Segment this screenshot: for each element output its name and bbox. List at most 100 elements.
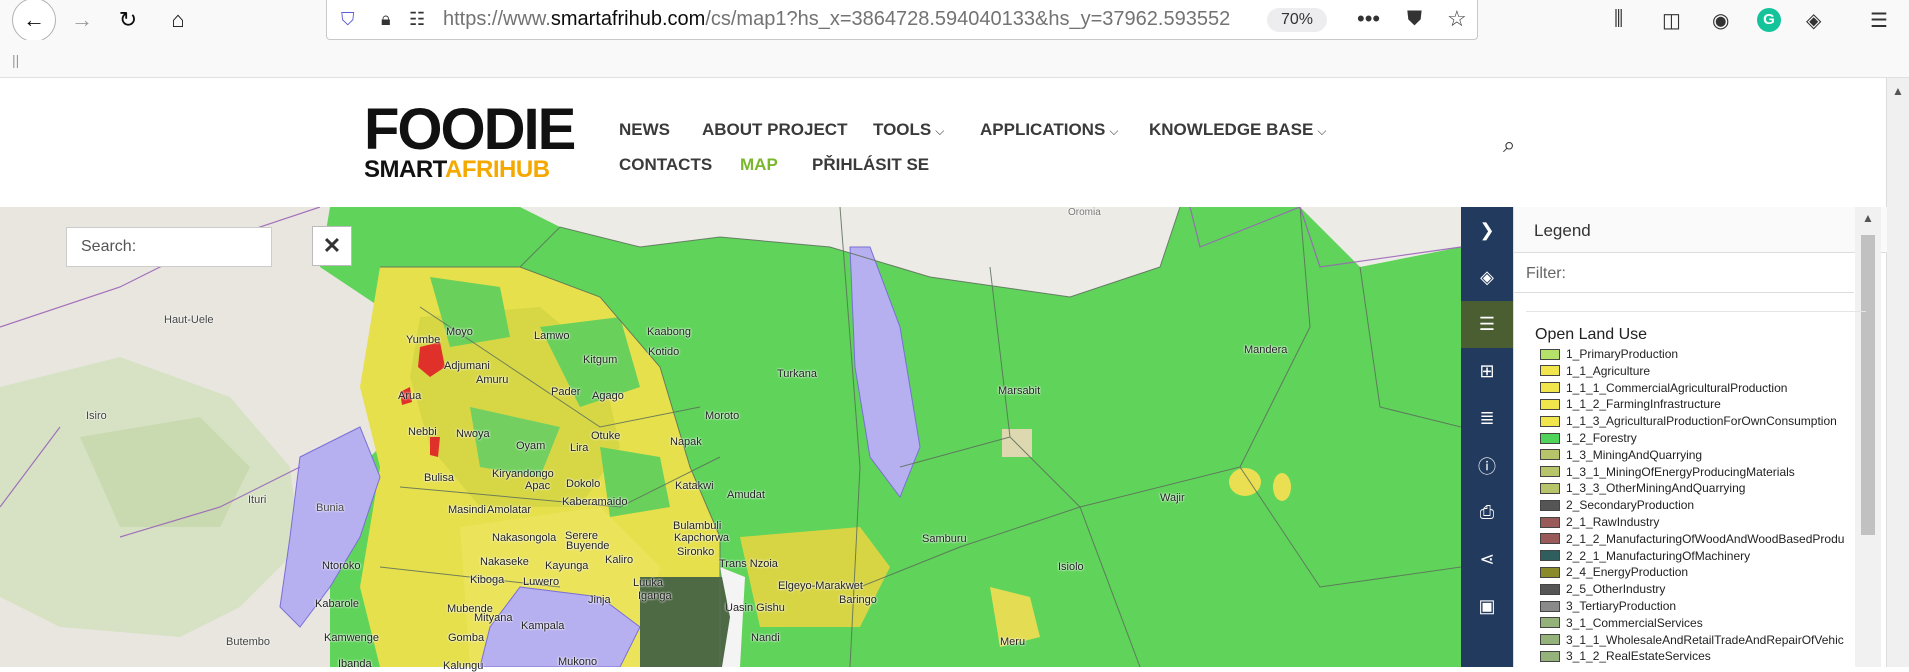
legend-item-label: 1_1_Agriculture (1566, 363, 1651, 378)
legend-item[interactable]: 3_1_1_WholesaleAndRetailTradeAndRepairOf… (1540, 632, 1852, 648)
reload-button[interactable]: ↻ (108, 0, 148, 40)
legend-item[interactable]: 1_3_3_OtherMiningAndQuarrying (1540, 480, 1852, 496)
sidebar-toggle-icon[interactable]: ◫ (1662, 8, 1681, 33)
nav-tools[interactable]: TOOLS ⌵ (873, 120, 944, 140)
legend-item[interactable]: 2_SecondaryProduction (1540, 497, 1852, 513)
map-place-label: Oromia (1068, 207, 1101, 218)
map-canvas[interactable] (0, 207, 1461, 667)
pocket-icon[interactable]: ⛊ (1407, 8, 1422, 31)
map-place-label: Nebbi (408, 426, 437, 438)
legend-swatch (1540, 566, 1560, 578)
legend-swatch (1540, 634, 1560, 646)
map-place-label: Kalungu (443, 660, 484, 672)
map-place-label: Marsabit (998, 385, 1041, 397)
url-text[interactable]: https://www.smartafrihub.com/cs/map1?hs_… (443, 8, 1313, 31)
library-icon[interactable]: ⫼ (1614, 8, 1623, 31)
hamburger-menu-icon[interactable]: ☰ (1870, 8, 1888, 33)
back-button[interactable]: ← (12, 0, 56, 42)
map-place-label: Kaliro (605, 554, 634, 566)
legend-item[interactable]: 1_1_2_FarmingInfrastructure (1540, 396, 1852, 412)
map-search-input[interactable]: Search: (66, 227, 272, 267)
bookmarks-toolbar: || (0, 40, 1909, 78)
legend-item[interactable]: 3_TertiaryProduction (1540, 598, 1852, 614)
legend-button[interactable]: ☰ (1461, 301, 1513, 348)
logo-wordmark: FOODIE (364, 97, 576, 162)
legend-swatch (1540, 617, 1560, 629)
nav-applications-label: APPLICATIONS (980, 120, 1106, 139)
collapse-panel-button[interactable]: ❯ (1461, 207, 1513, 254)
legend-item[interactable]: 1_3_MiningAndQuarrying (1540, 447, 1852, 463)
legend-item-label: 3_TertiaryProduction (1566, 599, 1677, 613)
map-place-label: Isiolo (1058, 561, 1084, 573)
legend-item[interactable]: 2_1_RawIndustry (1540, 514, 1852, 530)
zoom-level-badge[interactable]: 70% (1267, 8, 1327, 32)
close-icon: ✕ (322, 233, 342, 258)
share-button[interactable]: ⋖ (1461, 536, 1513, 583)
legend-group-title: Open Land Use (1535, 326, 1648, 343)
nav-knowledge-label: KNOWLEDGE BASE (1149, 120, 1314, 139)
legend-item[interactable]: 2_2_1_ManufacturingOfMachinery (1540, 548, 1852, 564)
basemap-button[interactable]: ⊞ (1461, 348, 1513, 395)
nav-map[interactable]: MAP (740, 155, 778, 175)
legend-item[interactable]: 1_1_Agriculture (1540, 363, 1852, 379)
datasources-button[interactable]: ≣ (1461, 395, 1513, 442)
map-place-label: Luwero (523, 576, 560, 588)
permissions-icon[interactable]: ☷ (409, 9, 425, 30)
legend-item-label: 2_5_OtherIndustry (1566, 582, 1666, 597)
legend-item[interactable]: 1_PrimaryProduction (1540, 346, 1852, 362)
nav-contacts[interactable]: CONTACTS (619, 155, 712, 175)
url-bar[interactable]: ⛉ 🔒︎ ☷ https://www.smartafrihub.com/cs/m… (326, 0, 1478, 40)
legend-item-label: 1_1_2_FarmingInfrastructure (1566, 397, 1721, 412)
legend-item[interactable]: 1_1_3_AgriculturalProductionForOwnConsum… (1540, 413, 1852, 429)
map-place-label: Arua (398, 390, 422, 402)
map-place-label: Kaabong (647, 326, 692, 338)
forward-button[interactable]: → (62, 0, 102, 40)
layers-extension-icon[interactable]: ◈ (1806, 8, 1821, 33)
map-place-label: Buyende (566, 540, 610, 552)
map-place-label: Oyam (516, 440, 546, 452)
home-button[interactable]: ⌂ (158, 0, 198, 40)
scroll-up-icon[interactable]: ▲ (1892, 84, 1904, 98)
legend-item[interactable]: 1_2_Forestry (1540, 430, 1852, 446)
print-button[interactable]: ⎙ (1461, 489, 1513, 536)
legend-item[interactable]: 2_4_EnergyProduction (1540, 564, 1852, 580)
nav-about-project[interactable]: ABOUT PROJECT (702, 120, 847, 140)
legend-item-label: 1_3_MiningAndQuarrying (1566, 447, 1703, 462)
account-icon[interactable]: ◉ (1712, 8, 1729, 33)
bookmark-star-icon[interactable]: ☆ (1447, 6, 1467, 32)
legend-item-label: 1_1_1_CommercialAgriculturalProduction (1566, 380, 1788, 395)
legend-swatch (1540, 650, 1560, 662)
legend-swatch (1540, 516, 1560, 528)
map-place-label: Kabarole (315, 598, 360, 610)
nav-knowledge-base[interactable]: KNOWLEDGE BASE ⌵ (1149, 120, 1326, 140)
scroll-up-icon[interactable]: ▲ (1862, 211, 1874, 225)
nav-login[interactable]: PŘIHLÁSIT SE (812, 155, 929, 175)
map-place-label: Napak (670, 436, 702, 448)
more-actions-icon[interactable]: ••• (1357, 6, 1380, 32)
grammarly-extension-icon[interactable]: G (1757, 8, 1781, 32)
tracking-protection-icon[interactable]: ⛉ (341, 9, 359, 31)
legend-item[interactable]: 3_1_CommercialServices (1540, 615, 1852, 631)
legend-swatch (1540, 398, 1560, 410)
lock-icon[interactable]: 🔒︎ (381, 9, 391, 30)
foodie-logo[interactable]: FOODIE SMARTAFRIHUB (364, 97, 578, 184)
nav-applications[interactable]: APPLICATIONS ⌵ (980, 120, 1118, 140)
save-button[interactable]: ▣ (1461, 583, 1513, 630)
layers-button[interactable]: ◈ (1461, 254, 1513, 301)
nav-news[interactable]: NEWS (619, 120, 670, 140)
search-icon[interactable]: ⌕ (1503, 132, 1515, 158)
map-place-label: Haut-Uele (164, 314, 214, 326)
legend-item[interactable]: 3_1_2_RealEstateServices (1540, 648, 1852, 664)
map-place-label: Moroto (705, 410, 740, 422)
legend-item[interactable]: 2_1_2_ManufacturingOfWoodAndWoodBasedPro… (1540, 531, 1852, 547)
legend-item[interactable]: 1_1_1_CommercialAgriculturalProduction (1540, 380, 1852, 396)
page-scrollbar[interactable]: ▲ (1886, 78, 1909, 667)
legend-item[interactable]: 2_5_OtherIndustry (1540, 581, 1852, 597)
info-button[interactable]: ⓘ (1461, 442, 1513, 489)
legend-filter-input[interactable]: Filter: (1514, 253, 1854, 293)
layers-icon: ◈ (1480, 267, 1494, 287)
map-place-label: Kiryandongo (492, 468, 554, 480)
legend-swatch (1540, 533, 1560, 545)
legend-item[interactable]: 1_3_1_MiningOfEnergyProducingMaterials (1540, 464, 1852, 480)
map-search-close-button[interactable]: ✕ (312, 226, 352, 266)
